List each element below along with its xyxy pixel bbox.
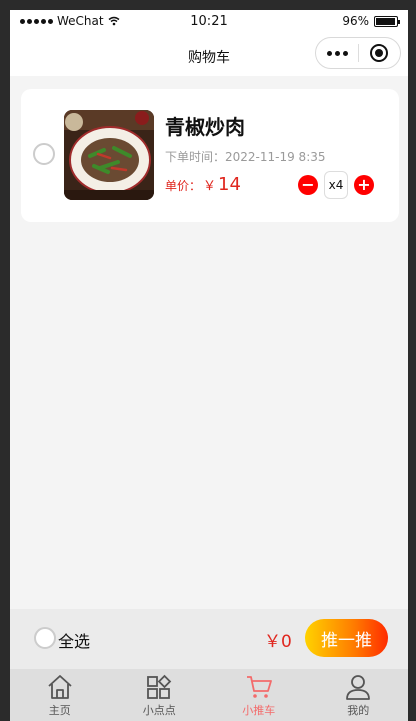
currency-symbol: ￥	[203, 179, 217, 194]
tab-profile[interactable]: 我的	[309, 669, 409, 721]
tab-home[interactable]: 主页	[10, 669, 110, 721]
home-icon	[48, 675, 72, 699]
tab-cart[interactable]: 小推车	[209, 669, 309, 721]
close-target-icon	[370, 44, 389, 62]
user-icon	[346, 675, 371, 700]
dish-image	[64, 110, 154, 200]
tab-label-profile: 我的	[347, 704, 370, 717]
quantity-value: x4	[324, 171, 348, 199]
dish-name: 青椒炒肉	[165, 115, 245, 139]
more-menu-icon[interactable]	[316, 50, 358, 56]
total-price: ￥0	[264, 632, 292, 652]
tab-label-apps: 小点点	[142, 704, 176, 717]
select-all-label[interactable]: 全选	[58, 628, 90, 652]
phone-screen: WeChat 10:21 96% 购物车 青椒炒肉 下单时间：2022-11-1…	[10, 10, 408, 721]
cart-item-card: 青椒炒肉 下单时间：2022-11-19 8:35 单价： ￥ 14 − x4 …	[21, 89, 399, 222]
cart-icon	[246, 676, 272, 698]
tab-label-home: 主页	[48, 704, 71, 717]
nav-bar: 购物车	[10, 34, 408, 76]
order-time: 下单时间：2022-11-19 8:35	[165, 150, 326, 164]
select-all-checkbox[interactable]	[34, 627, 56, 649]
battery-group: 96%	[342, 14, 400, 28]
tab-label-cart: 小推车	[242, 704, 276, 717]
item-select-checkbox[interactable]	[33, 143, 55, 165]
price-label: 单价：	[165, 179, 202, 193]
miniprogram-capsule	[315, 37, 401, 69]
battery-icon	[374, 15, 400, 27]
decrease-quantity-button[interactable]: −	[298, 175, 318, 195]
status-bar: WeChat 10:21 96%	[10, 10, 408, 34]
quantity-stepper: − x4 +	[298, 171, 374, 199]
tab-apps[interactable]: 小点点	[110, 669, 210, 721]
checkout-bar: 全选 ￥0 推一推	[10, 609, 408, 669]
increase-quantity-button[interactable]: +	[354, 175, 374, 195]
close-miniprogram-button[interactable]	[359, 44, 400, 62]
apps-icon	[147, 674, 172, 699]
checkout-button[interactable]: 推一推	[305, 619, 388, 657]
battery-percent: 96%	[342, 14, 369, 28]
price-value: 14	[218, 174, 241, 195]
tab-bar: 主页 小点点 小推车 我的	[10, 669, 408, 721]
unit-price: 单价： ￥ 14	[165, 174, 241, 195]
